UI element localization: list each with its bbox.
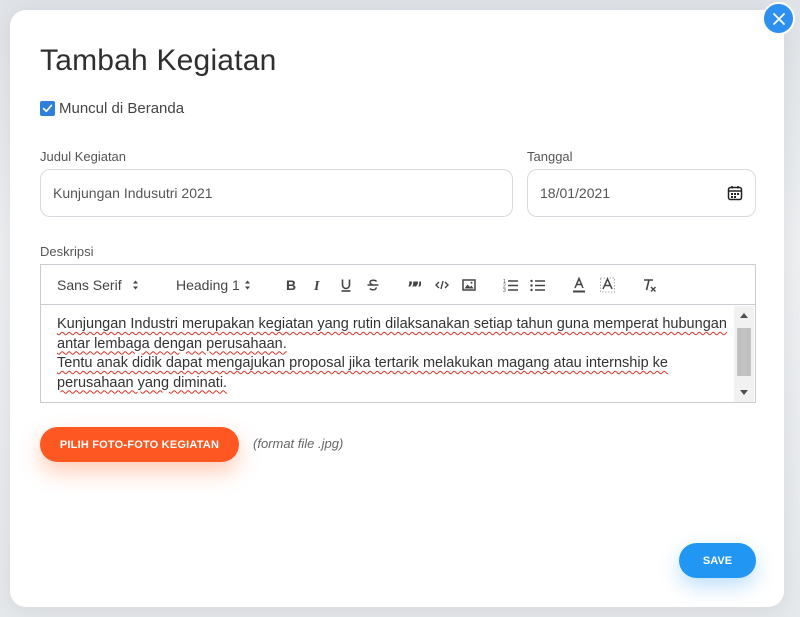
show-on-home-checkbox[interactable] xyxy=(40,101,55,116)
italic-button[interactable]: I xyxy=(309,276,327,294)
image-icon xyxy=(462,279,476,291)
file-format-hint: (format file .jpg) xyxy=(253,436,344,451)
description-label: Deskripsi xyxy=(40,244,94,259)
show-on-home-checkbox-row[interactable]: Muncul di Beranda xyxy=(40,100,184,117)
blockquote-button[interactable]: ”” xyxy=(405,276,423,294)
svg-text:3: 3 xyxy=(503,288,506,292)
activity-title-value: Kunjungan Indusutri 2021 xyxy=(53,185,213,201)
text-color-icon xyxy=(573,277,585,293)
activity-title-input[interactable]: Kunjungan Indusutri 2021 xyxy=(40,169,513,217)
close-button[interactable] xyxy=(762,2,795,35)
text-color-button[interactable] xyxy=(570,276,588,294)
font-family-select[interactable]: Sans Serif xyxy=(57,277,140,293)
checkmark-icon xyxy=(42,104,53,113)
bullet-list-button[interactable] xyxy=(529,276,547,294)
description-paragraph-1: Kunjungan Industri merupakan kegiatan ya… xyxy=(57,316,727,352)
date-value: 18/01/2021 xyxy=(540,185,611,201)
ordered-list-icon: 123 xyxy=(503,279,518,292)
strikethrough-icon xyxy=(367,279,379,291)
clear-format-icon xyxy=(643,278,656,292)
description-editor[interactable]: Kunjungan Industri merupakan kegiatan ya… xyxy=(40,305,756,403)
code-icon xyxy=(435,280,449,290)
svg-text:”: ” xyxy=(413,278,421,292)
svg-text:I: I xyxy=(313,279,320,292)
bold-icon: B xyxy=(286,278,296,292)
show-on-home-label: Muncul di Beranda xyxy=(59,100,185,117)
save-button[interactable]: SAVE xyxy=(679,543,756,578)
select-arrows-icon xyxy=(244,280,250,289)
select-arrows-icon xyxy=(132,280,138,289)
clear-format-button[interactable] xyxy=(640,276,658,294)
calendar-icon[interactable] xyxy=(727,185,743,201)
date-input[interactable]: 18/01/2021 xyxy=(527,169,756,217)
activity-title-label: Judul Kegiatan xyxy=(40,149,127,164)
scroll-down-icon[interactable] xyxy=(734,384,754,400)
image-button[interactable] xyxy=(460,276,478,294)
scroll-up-icon[interactable] xyxy=(734,308,754,324)
modal-title: Tambah Kegiatan xyxy=(40,44,277,77)
svg-text:B: B xyxy=(286,278,296,292)
heading-select[interactable]: Heading 1 xyxy=(176,277,258,293)
editor-scrollbar[interactable] xyxy=(734,306,754,402)
highlight-button[interactable] xyxy=(598,276,616,294)
description-paragraph-2: Tentu anak didik dapat mengajukan propos… xyxy=(57,355,668,391)
font-family-value: Sans Serif xyxy=(57,276,122,293)
heading-value: Heading 1 xyxy=(176,276,240,293)
underline-icon xyxy=(341,279,351,292)
scroll-thumb[interactable] xyxy=(737,328,751,376)
underline-button[interactable] xyxy=(337,276,355,294)
bold-button[interactable]: B xyxy=(282,276,300,294)
blockquote-icon: ”” xyxy=(407,278,421,292)
date-label: Tanggal xyxy=(527,149,573,164)
close-icon xyxy=(772,12,785,25)
ordered-list-button[interactable]: 123 xyxy=(502,276,520,294)
bullet-list-icon xyxy=(530,279,545,292)
highlight-icon xyxy=(599,277,615,293)
italic-icon: I xyxy=(313,279,320,292)
strikethrough-button[interactable] xyxy=(364,276,382,294)
editor-toolbar: Sans Serif Heading 1 B I ”” 123 xyxy=(40,264,756,305)
choose-photos-button[interactable]: PILIH FOTO-FOTO KEGIATAN xyxy=(40,427,239,462)
code-button[interactable] xyxy=(433,276,451,294)
